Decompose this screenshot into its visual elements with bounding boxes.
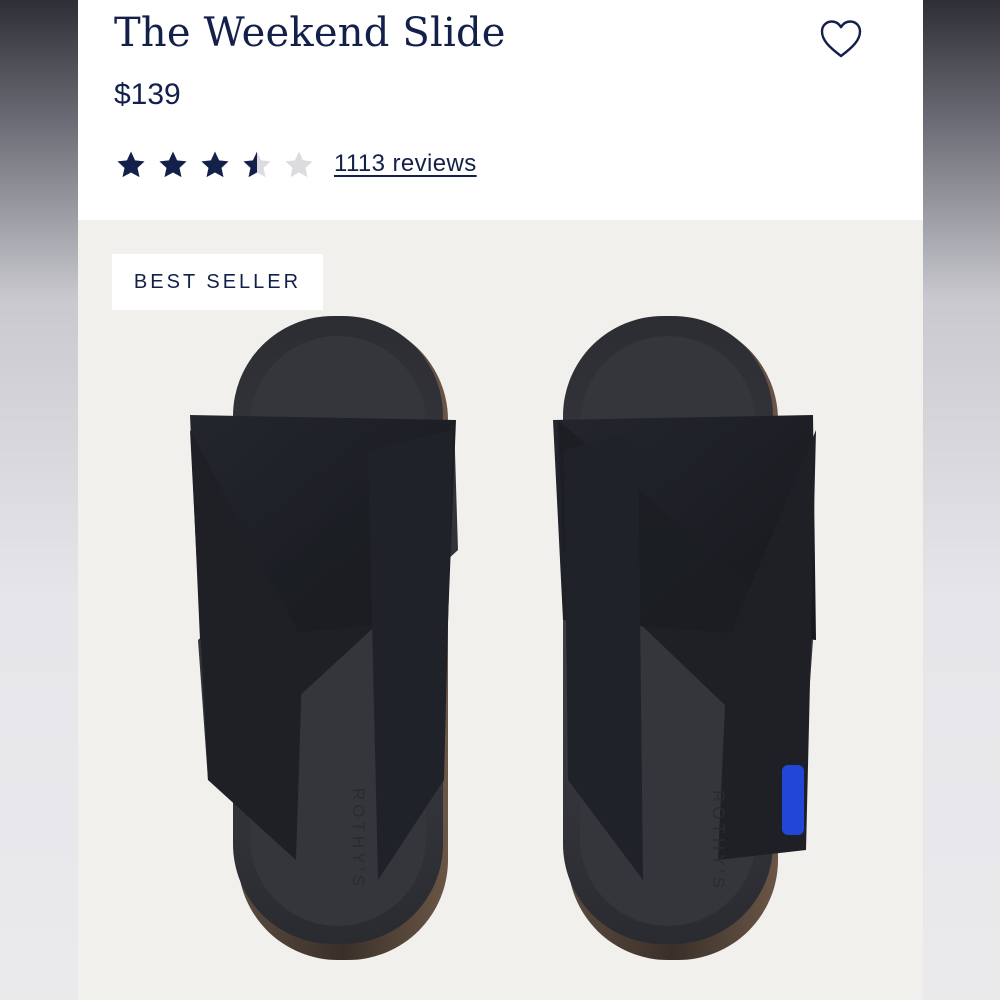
- heart-outline-icon: [820, 20, 862, 58]
- star-icon: [159, 151, 187, 178]
- star-icon: [117, 151, 145, 178]
- right-brand-mark: ROTHY'S: [709, 790, 728, 892]
- left-sandal: ROTHY'S: [190, 316, 458, 960]
- half-star-icon: [243, 151, 271, 178]
- star-rating: [114, 148, 316, 182]
- product-header: The Weekend Slide $139 1113 reviews: [78, 0, 923, 220]
- star-icon: [201, 151, 229, 178]
- right-sandal: ROTHY'S: [553, 316, 816, 960]
- best-seller-badge: BEST SELLER: [112, 254, 323, 310]
- star-empty-icon: [285, 151, 313, 178]
- product-price: $139: [114, 78, 181, 111]
- product-image[interactable]: ROTHY'S ROTHY'S: [78, 220, 923, 1000]
- favorite-button[interactable]: [819, 18, 863, 60]
- product-page: The Weekend Slide $139 1113 reviews ROTH…: [78, 0, 923, 1000]
- reviews-link[interactable]: 1113 reviews: [334, 150, 477, 178]
- left-brand-mark: ROTHY'S: [349, 788, 368, 890]
- product-title: The Weekend Slide: [114, 10, 506, 56]
